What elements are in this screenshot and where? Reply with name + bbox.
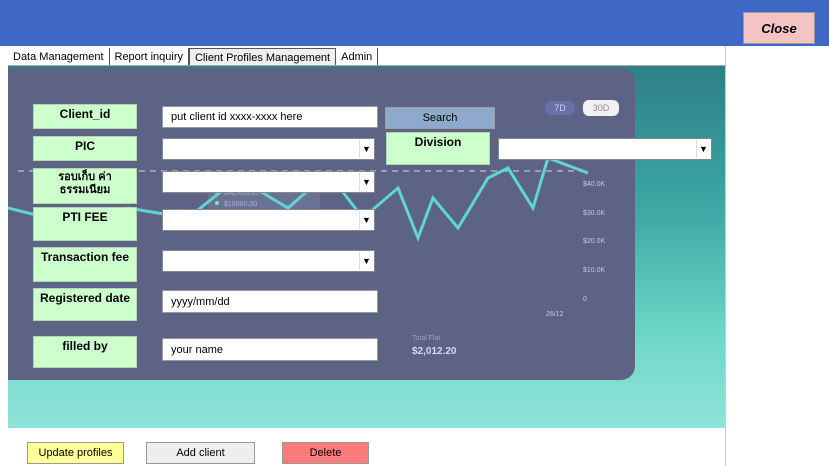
transaction-fee-dropdown[interactable]: ▼ — [162, 250, 375, 272]
svg-text:26/12: 26/12 — [546, 311, 564, 318]
search-button[interactable]: Search — [385, 107, 495, 129]
transaction-fee-label: Transaction fee — [33, 247, 137, 282]
pic-label: PIC — [33, 136, 137, 161]
tab-strip: Data Management Report inquiry Client Pr… — [8, 46, 379, 66]
chevron-down-icon[interactable]: ▼ — [696, 140, 710, 158]
close-button[interactable]: Close — [743, 12, 815, 44]
client-id-input[interactable]: put client id xxxx-xxxx here — [162, 106, 378, 128]
division-dropdown[interactable]: ▼ — [498, 138, 712, 160]
tab-report-inquiry[interactable]: Report inquiry — [110, 48, 189, 66]
svg-text:$40.0K: $40.0K — [583, 181, 606, 188]
svg-text:0: 0 — [583, 296, 587, 303]
delete-button[interactable]: Delete — [282, 442, 369, 464]
filled-by-label: filled by — [33, 336, 137, 368]
registered-date-input[interactable]: yyyy/mm/dd — [162, 290, 378, 313]
svg-text:$10.0K: $10.0K — [583, 267, 606, 274]
update-profiles-button[interactable]: Update profiles — [27, 442, 124, 464]
division-label: Division — [386, 132, 490, 165]
period-7d-pill: 7D — [545, 101, 575, 115]
chevron-down-icon[interactable]: ▼ — [359, 211, 373, 229]
svg-text:$30.0K: $30.0K — [583, 210, 606, 217]
svg-text:$2,012.20: $2,012.20 — [412, 346, 457, 357]
tab-client-profiles-management[interactable]: Client Profiles Management — [188, 48, 337, 66]
registered-date-label: Registered date — [33, 288, 137, 321]
pti-fee-label: PTI FEE — [33, 207, 137, 241]
panel-divider — [725, 46, 726, 466]
svg-text:$20.0K: $20.0K — [583, 238, 606, 245]
filled-by-input[interactable]: your name — [162, 338, 378, 361]
chevron-down-icon[interactable]: ▼ — [359, 252, 373, 270]
title-bar: Close — [0, 0, 829, 46]
fee-cycle-dropdown[interactable]: ▼ — [162, 171, 375, 193]
add-client-button[interactable]: Add client — [146, 442, 255, 464]
client-id-label: Client_id — [33, 104, 137, 129]
chevron-down-icon[interactable]: ▼ — [359, 140, 373, 158]
svg-text:Total Flat: Total Flat — [412, 335, 440, 342]
chevron-down-icon[interactable]: ▼ — [359, 173, 373, 191]
period-30d-pill: 30D — [583, 100, 619, 116]
pti-fee-dropdown[interactable]: ▼ — [162, 209, 375, 231]
tab-data-management[interactable]: Data Management — [8, 48, 110, 66]
svg-text:$10000.00: $10000.00 — [224, 201, 257, 208]
pic-dropdown[interactable]: ▼ — [162, 138, 375, 160]
fee-cycle-label: รอบเก็บ ค่าธรรมเนียม — [33, 168, 137, 204]
tab-admin[interactable]: Admin — [336, 48, 379, 66]
